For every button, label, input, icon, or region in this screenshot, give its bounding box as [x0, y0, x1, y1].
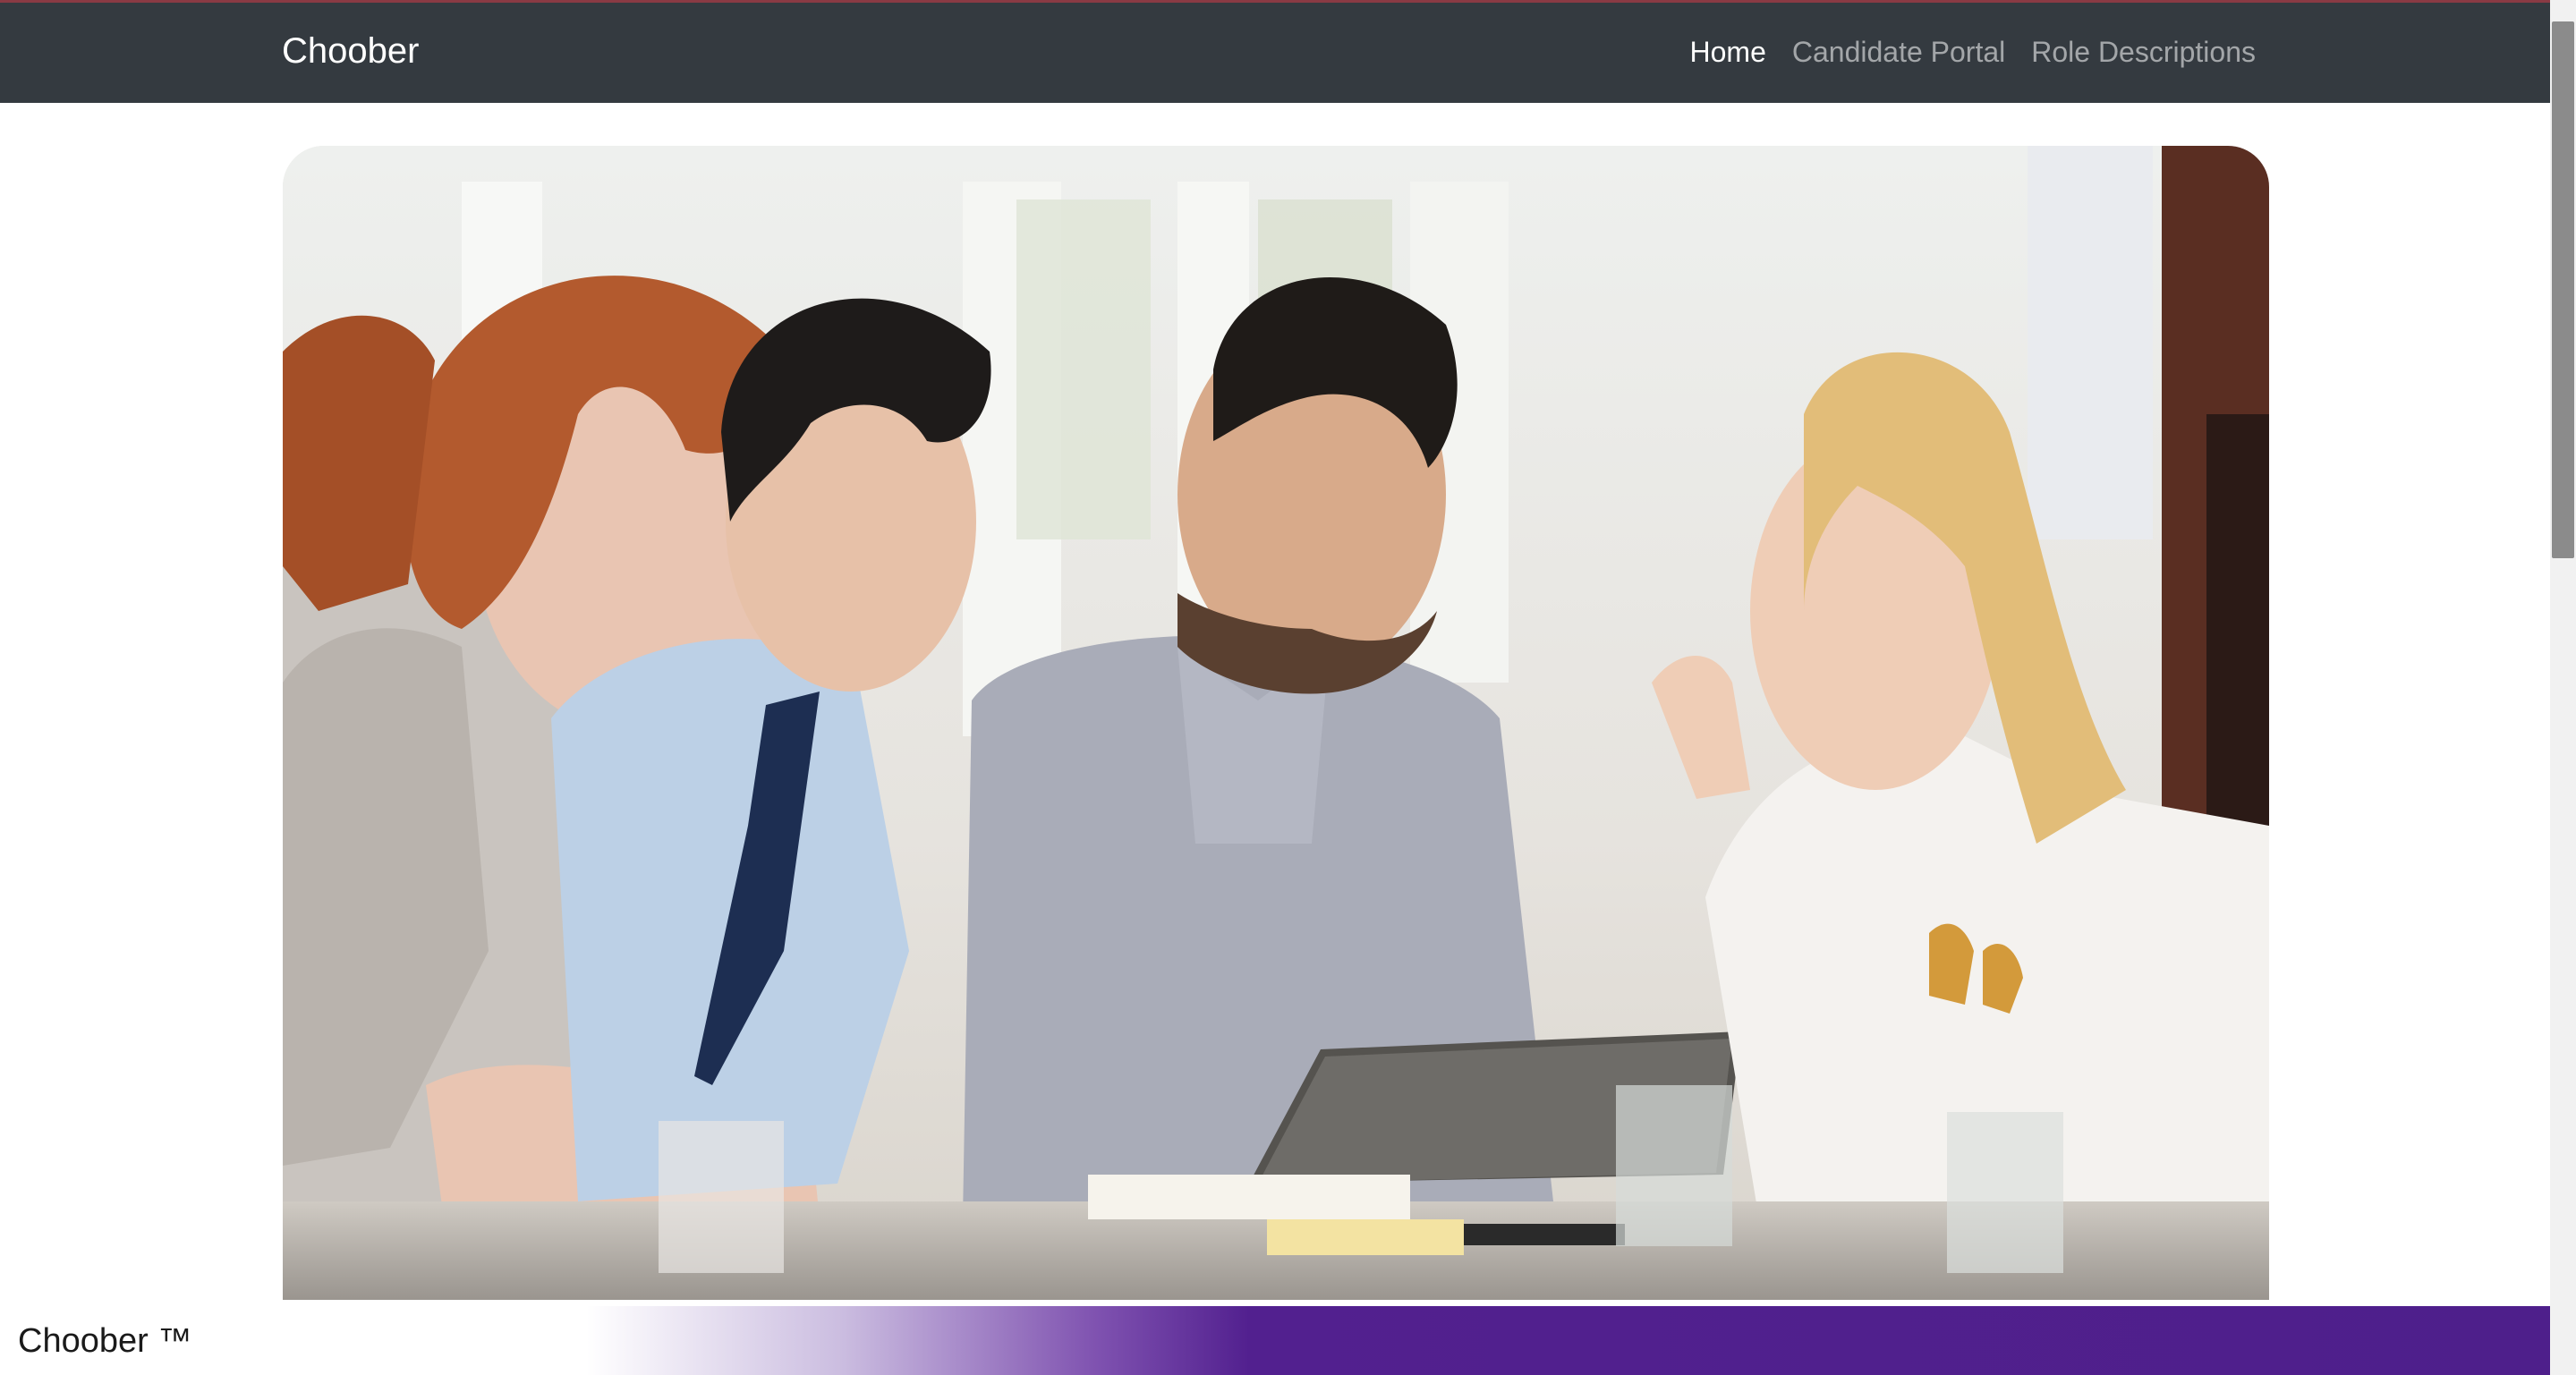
brand-link[interactable]: Choober [282, 29, 419, 73]
nav-item-candidate-portal: Candidate Portal [1792, 32, 2005, 72]
page-scrollbar[interactable] [2550, 0, 2576, 1375]
navbar-top-border [0, 0, 2576, 3]
nav-links: Home Candidate Portal Role Descriptions [1690, 32, 2257, 72]
nav-link-candidate-portal[interactable]: Candidate Portal [1792, 36, 2005, 68]
footer: Choober ™ [0, 1306, 2550, 1375]
nav-link-role-descriptions[interactable]: Role Descriptions [2031, 36, 2256, 68]
scrollbar-thumb[interactable] [2552, 21, 2574, 558]
hero-image [283, 146, 2269, 1300]
nav-item-home: Home [1690, 32, 1766, 72]
top-navbar: Choober Home Candidate Portal Role Descr… [0, 0, 2576, 103]
footer-text: Choober ™ [18, 1322, 192, 1360]
nav-link-home[interactable]: Home [1690, 36, 1766, 68]
team-meeting-photo-icon [283, 146, 2269, 1300]
nav-item-role-descriptions: Role Descriptions [2031, 32, 2256, 72]
